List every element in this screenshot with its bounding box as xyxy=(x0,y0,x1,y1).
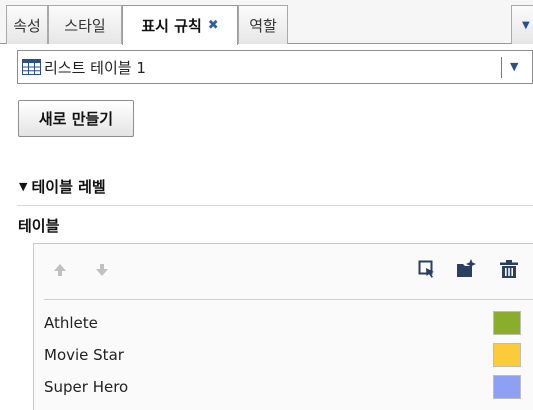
rule-label: Super Hero xyxy=(44,378,129,396)
section-table-level[interactable]: ▼ 테이블 레벨 xyxy=(19,174,106,198)
chevron-down-icon: ▼ xyxy=(522,19,530,31)
table-selector[interactable]: 리스트 테이블 1 ▼ xyxy=(17,50,533,84)
table-icon xyxy=(22,59,41,75)
tab-label: 스타일 xyxy=(64,16,106,35)
tab-properties[interactable]: 속성 xyxy=(6,5,48,44)
collapse-icon: ▼ xyxy=(19,179,28,193)
new-rule-button[interactable]: 새로 만들기 xyxy=(18,100,134,137)
table-selector-value: 리스트 테이블 1 xyxy=(44,58,146,77)
rule-label: Athlete xyxy=(44,314,98,332)
tab-bar: 속성 스타일 표시 규칙 ✖ 역할 ▼ xyxy=(0,0,533,45)
rules-toolbar xyxy=(34,244,533,294)
close-icon[interactable]: ✖ xyxy=(208,18,219,33)
rules-panel: Athlete Movie Star Super Hero xyxy=(33,243,533,410)
edit-icon[interactable] xyxy=(416,258,438,280)
section-title: 테이블 레벨 xyxy=(31,177,106,196)
divider xyxy=(501,57,502,78)
group-label: 테이블 xyxy=(18,217,60,235)
move-up-icon[interactable] xyxy=(50,260,70,280)
tab-label: 속성 xyxy=(13,16,41,35)
tab-display-rules[interactable]: 표시 규칙 ✖ xyxy=(122,5,238,45)
rule-row[interactable]: Athlete xyxy=(34,307,533,339)
color-swatch[interactable] xyxy=(493,343,521,367)
rule-row[interactable]: Super Hero xyxy=(34,371,533,403)
new-rule-icon[interactable] xyxy=(454,257,478,281)
divider xyxy=(17,205,533,206)
tab-menu-button[interactable]: ▼ xyxy=(511,5,533,44)
tab-roles[interactable]: 역할 xyxy=(238,5,288,44)
chevron-down-icon[interactable]: ▼ xyxy=(510,60,518,73)
color-swatch[interactable] xyxy=(493,375,521,399)
tab-label: 표시 규칙 xyxy=(141,17,202,35)
divider xyxy=(44,299,533,300)
delete-icon[interactable] xyxy=(497,257,521,281)
rule-row[interactable]: Movie Star xyxy=(34,339,533,371)
color-swatch[interactable] xyxy=(493,311,521,335)
rule-label: Movie Star xyxy=(44,346,124,364)
new-rule-button-label: 새로 만들기 xyxy=(38,110,114,128)
tab-label: 역할 xyxy=(249,16,277,35)
tab-style[interactable]: 스타일 xyxy=(48,5,122,44)
move-down-icon[interactable] xyxy=(92,260,112,280)
